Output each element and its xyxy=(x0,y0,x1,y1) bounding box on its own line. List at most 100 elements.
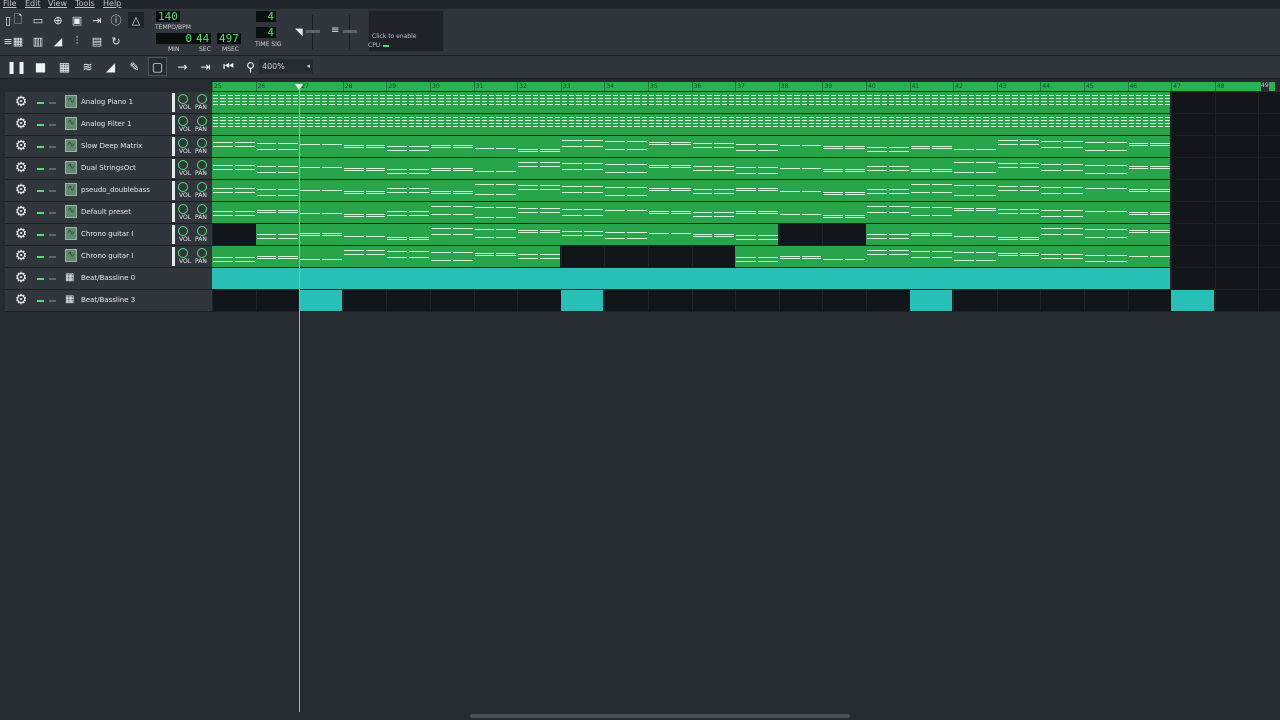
pattern-clip[interactable] xyxy=(212,158,1172,179)
track-lane[interactable] xyxy=(212,136,1280,157)
mute-toggle[interactable] xyxy=(37,168,44,170)
time-sec-display[interactable]: 44 xyxy=(194,33,212,44)
menu-tools[interactable]: Tools xyxy=(75,0,95,8)
track-settings-icon[interactable]: ⚙ xyxy=(14,117,28,131)
time-msec-display[interactable]: 497 xyxy=(217,33,241,44)
menu-view[interactable]: View xyxy=(48,0,67,8)
solo-toggle[interactable] xyxy=(49,190,56,192)
volume-knob[interactable] xyxy=(178,204,188,214)
time-min-display[interactable]: 0 xyxy=(156,33,194,44)
volume-knob[interactable] xyxy=(178,160,188,170)
beat-bassline-clip[interactable] xyxy=(1171,290,1215,311)
volume-knob[interactable] xyxy=(178,138,188,148)
track-settings-icon[interactable]: ⚙ xyxy=(14,205,28,219)
track-settings-icon[interactable]: ⚙ xyxy=(14,293,28,307)
beat-bassline-editor-icon[interactable]: ▦ xyxy=(10,33,26,49)
solo-toggle[interactable] xyxy=(49,102,56,104)
pattern-clip[interactable] xyxy=(735,246,1172,267)
track-lane[interactable] xyxy=(212,114,1280,135)
track-name[interactable]: Chrono guitar I xyxy=(81,246,133,267)
pan-knob[interactable] xyxy=(197,160,207,170)
track-lane[interactable] xyxy=(212,92,1280,113)
beat-bassline-clip[interactable] xyxy=(299,290,343,311)
tempo-display[interactable]: 140 xyxy=(156,11,180,22)
edit-mode-icon[interactable]: ▢ xyxy=(148,57,167,76)
stop-behaviour-icon[interactable]: ⏮ xyxy=(219,57,238,76)
mute-toggle[interactable] xyxy=(37,124,44,126)
master-volume-handle[interactable] xyxy=(306,30,320,33)
track-name[interactable]: Beat/Bassline 0 xyxy=(81,268,135,289)
cpu-meter[interactable]: Click to enable CPU xyxy=(368,10,444,52)
beat-bassline-clip[interactable] xyxy=(909,290,954,311)
beat-bassline-clip[interactable] xyxy=(560,290,605,311)
add-automation-track-icon[interactable]: ◢ xyxy=(101,57,120,76)
master-pitch-handle[interactable] xyxy=(343,30,357,33)
volume-knob[interactable] xyxy=(178,226,188,236)
fx-mixer-icon[interactable]: ⫶ xyxy=(69,33,85,49)
menu-edit[interactable]: Edit xyxy=(25,0,41,8)
open-project-icon[interactable]: ▭ xyxy=(30,12,46,28)
track-lane[interactable] xyxy=(212,268,1280,289)
volume-knob[interactable] xyxy=(178,94,188,104)
mute-toggle[interactable] xyxy=(37,234,44,236)
pattern-clip[interactable] xyxy=(212,136,1172,157)
track-settings-icon[interactable]: ⚙ xyxy=(14,139,28,153)
pan-knob[interactable] xyxy=(197,248,207,258)
add-sample-track-icon[interactable]: ≋ xyxy=(78,57,97,76)
mute-toggle[interactable] xyxy=(37,300,44,302)
beat-bassline-icon[interactable]: ▦ xyxy=(65,273,78,283)
menu-help[interactable]: Help xyxy=(103,0,121,8)
track-settings-icon[interactable]: ⚙ xyxy=(14,183,28,197)
metronome-icon[interactable]: △ xyxy=(128,12,144,28)
instrument-icon[interactable]: ∿ xyxy=(65,249,77,262)
instrument-icon[interactable]: ∿ xyxy=(65,227,77,240)
track-lane[interactable] xyxy=(212,158,1280,179)
solo-toggle[interactable] xyxy=(49,278,56,280)
pattern-clip[interactable] xyxy=(212,202,1172,223)
auto-scroll-icon[interactable]: → xyxy=(173,57,192,76)
mute-toggle[interactable] xyxy=(37,278,44,280)
track-name[interactable]: Beat/Bassline 3 xyxy=(81,290,135,311)
track-name[interactable]: pseudo_doublebass xyxy=(81,180,150,201)
instrument-icon[interactable]: ∿ xyxy=(65,205,77,218)
track-lane[interactable] xyxy=(212,202,1280,223)
volume-knob[interactable] xyxy=(178,182,188,192)
time-sig-numerator[interactable]: 4 xyxy=(256,11,276,22)
menu-file[interactable]: File xyxy=(3,0,16,8)
draw-mode-icon[interactable]: ✎ xyxy=(125,57,144,76)
track-settings-icon[interactable]: ⚙ xyxy=(14,271,28,285)
beat-bassline-icon[interactable]: ▦ xyxy=(65,295,78,305)
volume-knob[interactable] xyxy=(178,116,188,126)
pan-knob[interactable] xyxy=(197,138,207,148)
new-from-template-icon[interactable]: 🗋 xyxy=(10,12,26,28)
pause-icon[interactable]: ❚❚ xyxy=(6,57,26,76)
pan-knob[interactable] xyxy=(197,204,207,214)
stop-icon[interactable]: ■ xyxy=(31,57,50,76)
track-lane[interactable] xyxy=(212,290,1280,311)
track-name[interactable]: Dual StringsOct xyxy=(81,158,136,179)
solo-toggle[interactable] xyxy=(49,212,56,214)
pattern-clip[interactable] xyxy=(212,180,1172,201)
horizontal-scrollbar[interactable] xyxy=(470,714,850,718)
solo-toggle[interactable] xyxy=(49,124,56,126)
mute-toggle[interactable] xyxy=(37,102,44,104)
pattern-clip[interactable] xyxy=(212,92,1172,113)
beat-bassline-clip[interactable] xyxy=(212,268,1172,289)
time-sig-denominator[interactable]: 4 xyxy=(256,27,276,38)
solo-toggle[interactable] xyxy=(49,300,56,302)
controller-rack-icon[interactable]: ↻ xyxy=(108,33,124,49)
track-name[interactable]: Chrono guitar I xyxy=(81,224,133,245)
solo-toggle[interactable] xyxy=(49,234,56,236)
playhead-marker[interactable] xyxy=(295,84,303,90)
track-name[interactable]: Analog Filter 1 xyxy=(81,114,131,135)
track-settings-icon[interactable]: ⚙ xyxy=(14,95,28,109)
instrument-icon[interactable]: ∿ xyxy=(65,117,77,130)
add-beat-bassline-icon[interactable]: ▦ xyxy=(55,57,74,76)
solo-toggle[interactable] xyxy=(49,146,56,148)
track-settings-icon[interactable]: ⚙ xyxy=(14,227,28,241)
automation-editor-icon[interactable]: ◢ xyxy=(50,33,66,49)
export-icon[interactable]: ⇥ xyxy=(89,12,105,28)
project-notes-icon[interactable]: ▤ xyxy=(89,33,105,49)
recent-projects-icon[interactable]: ⊕ xyxy=(50,12,66,28)
volume-knob[interactable] xyxy=(178,248,188,258)
